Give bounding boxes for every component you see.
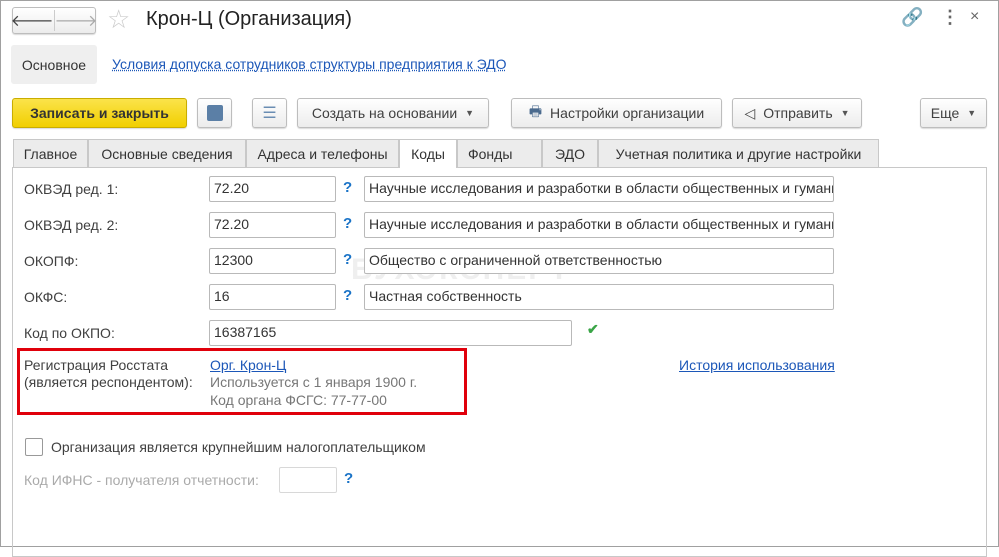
tab-edo[interactable]: ЭДО <box>542 139 598 167</box>
tab-funds[interactable]: Фонды <box>457 139 542 167</box>
link-icon[interactable]: 🔗 <box>901 7 923 28</box>
back-button[interactable]: 🡐 <box>11 10 55 31</box>
tab-main[interactable]: Главное <box>13 139 88 167</box>
tab-codes[interactable]: Коды <box>399 139 457 168</box>
send-label: Отправить <box>763 105 833 121</box>
dropdown-arrow-icon: ▼ <box>840 108 850 118</box>
printer-icon: 🖶 <box>528 103 543 119</box>
tab-addresses[interactable]: Адреса и телефоны <box>246 139 399 167</box>
tab-accounting-policy[interactable]: Учетная политика и другие настройки <box>598 139 879 167</box>
org-settings-label: Настройки организации <box>550 105 705 121</box>
send-button[interactable]: ◁ Отправить ▼ <box>732 98 862 128</box>
tab-panel <box>12 167 987 557</box>
more-vert-icon[interactable]: ⋮ <box>941 7 959 28</box>
nav-buttons: 🡐 🡒 <box>11 7 98 34</box>
floppy-icon <box>206 105 223 121</box>
dropdown-arrow-icon: ▼ <box>465 108 475 118</box>
create-based-label: Создать на основании <box>311 105 458 121</box>
dropdown-arrow-icon: ▼ <box>967 108 977 118</box>
edo-conditions-link[interactable]: Условия допуска сотрудников структуры пр… <box>112 56 507 72</box>
star-icon[interactable]: ☆ <box>107 4 130 35</box>
list-button[interactable]: ☰ <box>252 98 287 128</box>
forward-button[interactable]: 🡒 <box>55 10 98 31</box>
send-icon: ◁ <box>744 104 756 121</box>
create-based-button[interactable]: Создать на основании ▼ <box>297 98 489 128</box>
org-settings-button[interactable]: 🖶 Настройки организации <box>511 98 722 128</box>
more-button[interactable]: Еще ▼ <box>920 98 987 128</box>
save-button[interactable] <box>197 98 232 128</box>
more-label: Еще <box>930 105 960 121</box>
page-title: Крон-Ц (Организация) <box>146 8 352 30</box>
nav-main[interactable]: Основное <box>11 45 97 84</box>
list-icon: ☰ <box>262 105 277 122</box>
close-icon[interactable]: × <box>970 8 979 26</box>
tab-basic-info[interactable]: Основные сведения <box>88 139 246 167</box>
save-close-button[interactable]: Записать и закрыть <box>12 98 187 128</box>
